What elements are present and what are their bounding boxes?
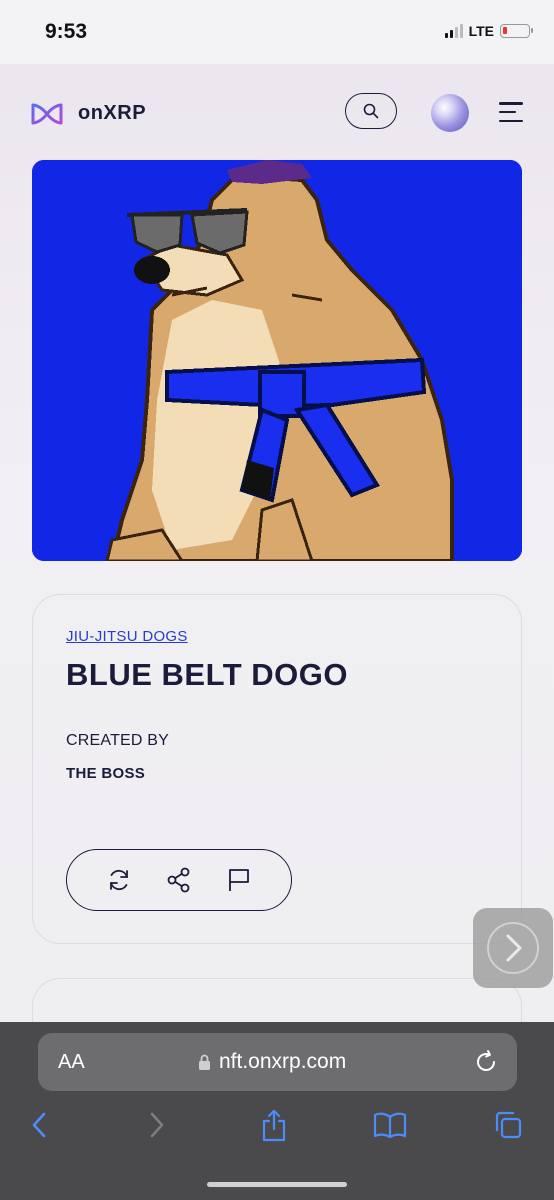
pixel-dog-illustration	[32, 160, 522, 561]
url-display[interactable]: nft.onxrp.com	[198, 1050, 346, 1074]
nft-title: BLUE BELT DOGO	[66, 657, 348, 692]
collection-link[interactable]: JIU-JITSU DOGS	[66, 628, 188, 645]
signal-icon	[444, 24, 463, 38]
home-indicator	[207, 1182, 347, 1187]
browser-toolbar	[0, 1108, 554, 1148]
battery-icon	[500, 24, 533, 38]
status-indicators: LTE	[444, 23, 533, 39]
network-type: LTE	[468, 23, 494, 39]
onxrp-logo-icon[interactable]	[30, 101, 64, 127]
avatar[interactable]	[431, 94, 469, 132]
share-page-button[interactable]	[257, 1108, 291, 1142]
flag-icon	[229, 869, 249, 891]
tabs-icon	[495, 1111, 522, 1139]
url-text: nft.onxrp.com	[219, 1050, 347, 1073]
status-time: 9:53	[45, 20, 88, 43]
nft-image[interactable]	[32, 160, 522, 561]
scroll-next-button[interactable]	[473, 908, 553, 988]
creator-name[interactable]: THE BOSS	[66, 765, 145, 782]
refresh-button[interactable]	[104, 865, 134, 895]
reload-icon[interactable]	[473, 1049, 499, 1075]
bookmarks-button[interactable]	[373, 1108, 407, 1142]
forward-button[interactable]	[140, 1108, 174, 1142]
reader-aa-button[interactable]: AA	[58, 1051, 85, 1074]
created-by-label: CREATED BY	[66, 732, 170, 749]
search-button[interactable]	[345, 93, 397, 129]
share-button[interactable]	[164, 865, 194, 895]
back-button[interactable]	[22, 1108, 56, 1142]
tabs-button[interactable]	[491, 1108, 525, 1142]
share-icon	[167, 867, 190, 893]
nft-details-card: JIU-JITSU DOGS BLUE BELT DOGO CREATED BY…	[32, 594, 522, 944]
share-upload-icon	[262, 1109, 286, 1142]
search-icon	[363, 103, 379, 119]
site-header: onXRP	[0, 64, 554, 160]
address-bar[interactable]: AA nft.onxrp.com	[38, 1033, 517, 1091]
nft-actions	[66, 849, 292, 911]
lock-icon	[199, 1054, 210, 1070]
logo-text[interactable]: onXRP	[78, 102, 146, 125]
refresh-icon	[110, 869, 128, 891]
report-button[interactable]	[224, 865, 254, 895]
chevron-right-icon	[487, 922, 539, 974]
back-icon	[32, 1112, 46, 1138]
status-bar: 9:53 LTE	[0, 0, 554, 64]
forward-icon	[150, 1112, 164, 1138]
browser-bottom-bar: AA nft.onxrp.com	[0, 1022, 554, 1200]
bookmarks-icon	[373, 1112, 407, 1139]
menu-icon[interactable]	[499, 102, 523, 122]
